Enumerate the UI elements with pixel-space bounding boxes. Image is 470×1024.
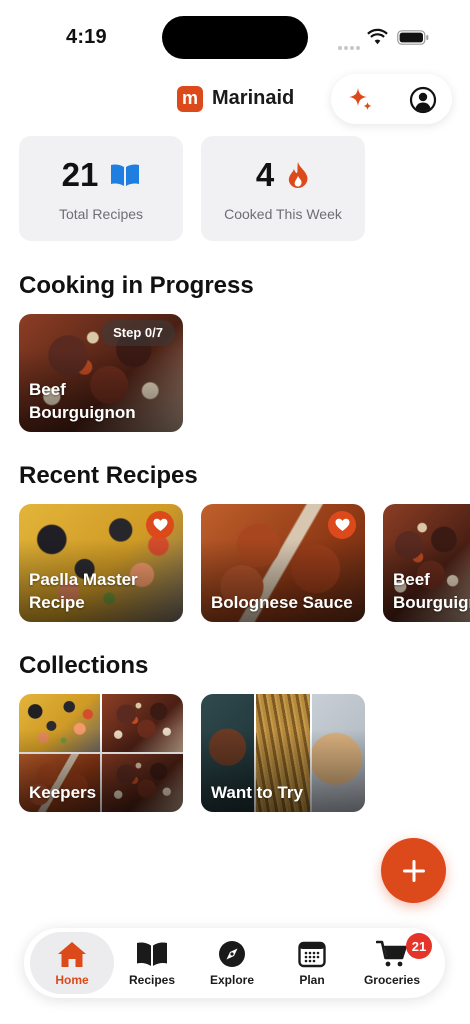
stat-value: 21 — [61, 156, 99, 193]
favorite-button[interactable] — [328, 511, 356, 539]
battery-icon — [397, 30, 429, 45]
sparkle-icon — [349, 88, 372, 110]
book-icon — [136, 940, 168, 968]
calendar-icon — [298, 940, 326, 968]
recipe-title: Paella Master Recipe — [29, 570, 138, 612]
plus-icon — [402, 859, 425, 882]
recipe-card[interactable]: Beef Bourguignon — [383, 504, 470, 622]
ai-assistant-button[interactable] — [345, 84, 375, 114]
cellular-signal-icon — [338, 37, 362, 55]
section-title-collections: Collections — [19, 652, 149, 679]
tab-home[interactable]: Home — [30, 932, 114, 994]
home-icon — [56, 940, 88, 968]
section-title-in-progress: Cooking in Progress — [19, 272, 254, 299]
brand-name: Marinaid — [212, 87, 295, 109]
header-actions — [331, 74, 452, 124]
groceries-count-badge: 21 — [406, 933, 432, 959]
dynamic-island — [162, 16, 308, 59]
bottom-tab-bar: Home Recipes Explore Plan Groceries — [24, 928, 445, 998]
recipe-title: Beef Bourguignon — [393, 570, 470, 612]
section-title-recent: Recent Recipes — [19, 462, 198, 489]
step-badge: Step 0/7 — [101, 320, 175, 346]
tab-plan[interactable]: Plan — [270, 932, 354, 994]
stat-card-total-recipes[interactable]: 21 Total Recipes — [19, 136, 183, 241]
wifi-icon — [367, 28, 388, 45]
collection-title: Want to Try — [211, 783, 303, 802]
brand-logo: m — [177, 85, 203, 112]
tab-explore[interactable]: Explore — [190, 932, 274, 994]
in-progress-card[interactable]: Step 0/7 Beef Bourguignon — [19, 314, 183, 432]
status-time: 4:19 — [66, 26, 107, 48]
add-recipe-button[interactable] — [381, 838, 446, 903]
recipe-title: Beef Bourguignon — [29, 380, 136, 422]
stat-label: Total Recipes — [58, 206, 144, 222]
collection-card[interactable]: Want to Try — [201, 694, 365, 812]
recipe-card[interactable]: Paella Master Recipe — [19, 504, 183, 622]
recipe-card[interactable]: Bolognese Sauce — [201, 504, 365, 622]
profile-icon[interactable] — [409, 86, 437, 114]
app-brand: m Marinaid — [177, 85, 294, 112]
collection-card[interactable]: Keepers — [19, 694, 183, 812]
recipe-title: Bolognese Sauce — [211, 593, 353, 612]
tab-recipes[interactable]: Recipes — [110, 932, 194, 994]
flame-icon — [286, 161, 310, 189]
stat-value: 4 — [255, 156, 275, 193]
stat-label: Cooked This Week — [224, 206, 342, 222]
favorite-button[interactable] — [146, 511, 174, 539]
heart-icon — [153, 518, 167, 531]
compass-icon — [218, 940, 246, 968]
cart-icon — [376, 940, 408, 968]
book-icon — [110, 163, 140, 187]
stat-card-cooked-this-week[interactable]: 4 Cooked This Week — [201, 136, 365, 241]
status-bar: 4:19 — [0, 0, 470, 60]
collection-title: Keepers — [29, 783, 97, 802]
heart-icon — [335, 518, 349, 531]
